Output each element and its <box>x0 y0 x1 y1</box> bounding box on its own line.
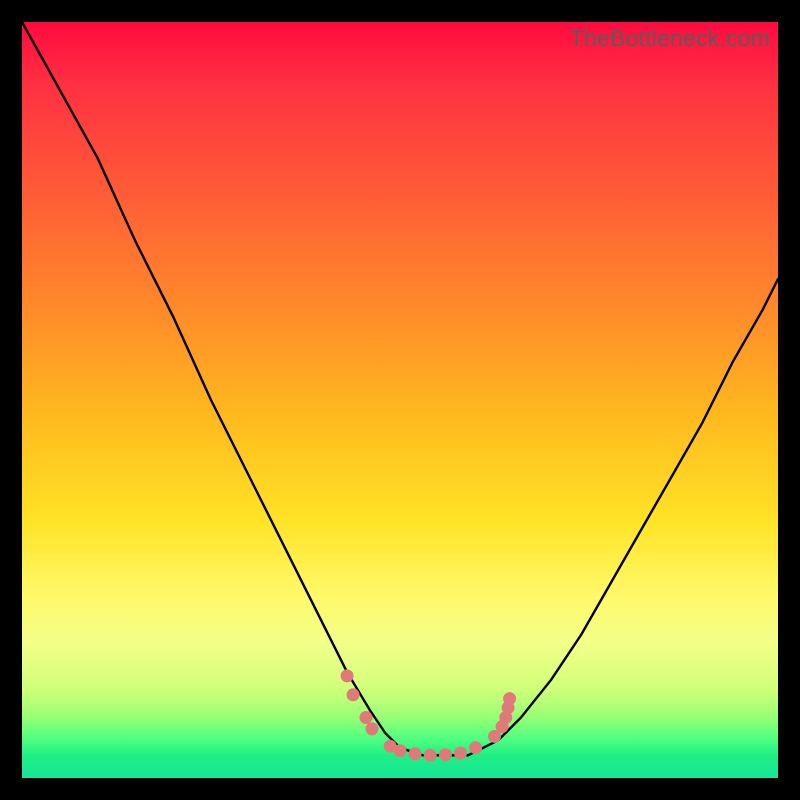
trough-markers <box>341 669 516 761</box>
trough-marker <box>409 747 422 760</box>
trough-marker <box>394 744 407 757</box>
bottleneck-curve <box>22 22 778 755</box>
trough-marker <box>439 748 452 761</box>
plot-area: TheBottleneck.com <box>22 22 778 778</box>
trough-marker <box>347 688 360 701</box>
chart-frame: TheBottleneck.com <box>0 0 800 800</box>
trough-marker <box>469 741 482 754</box>
trough-marker <box>424 749 437 762</box>
trough-marker <box>503 692 516 705</box>
trough-marker <box>341 669 354 682</box>
trough-marker <box>360 711 373 724</box>
trough-marker <box>366 722 379 735</box>
curve-layer <box>22 22 778 778</box>
trough-marker <box>454 747 467 760</box>
